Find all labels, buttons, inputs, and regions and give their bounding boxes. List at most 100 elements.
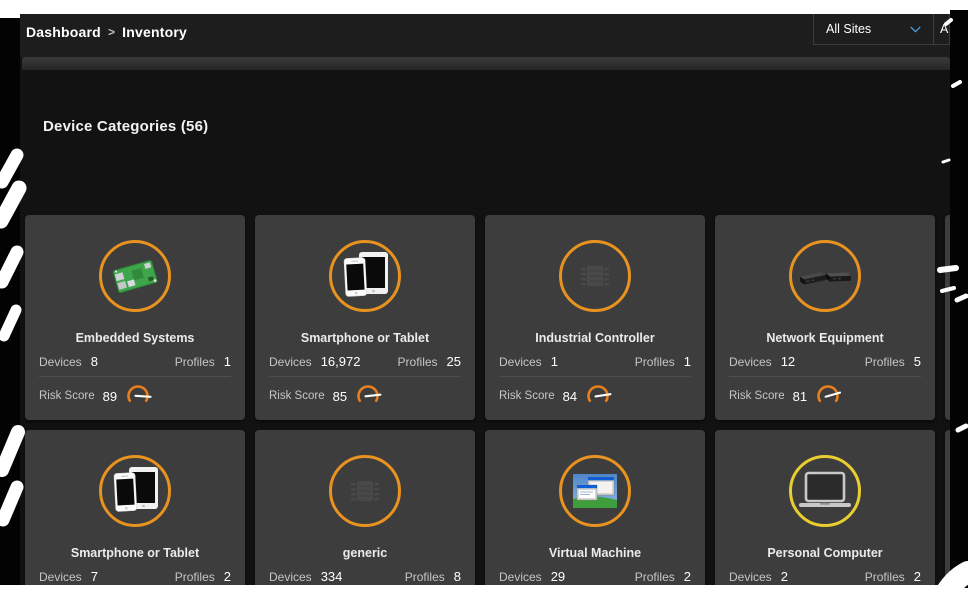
circuit-board-icon [109, 256, 161, 296]
devices-stat: Devices 334 [269, 569, 342, 584]
profiles-value: 1 [224, 354, 231, 369]
torn-edge-left [0, 18, 20, 585]
category-stats: Devices 1 Profiles 1 [499, 354, 691, 369]
devices-stat: Devices 16,972 [269, 354, 360, 369]
category-ring [789, 240, 861, 312]
device-category-card[interactable]: Personal Computer Devices 2 Profiles 2 R… [715, 430, 935, 585]
screenshot-canvas: Dashboard > Inventory All Sites A Device… [0, 0, 968, 605]
category-name: generic [255, 546, 475, 560]
device-category-card[interactable]: Industrial Controller Devices 1 Profiles… [485, 215, 705, 420]
risk-score-value: 89 [103, 389, 117, 404]
category-ring [559, 455, 631, 527]
profiles-label: Profiles [635, 570, 675, 584]
card-divider [729, 376, 921, 377]
profiles-stat: Profiles 2 [865, 569, 921, 584]
profiles-label: Profiles [865, 570, 905, 584]
risk-score-label: Risk Score [499, 390, 555, 402]
profiles-label: Profiles [865, 355, 905, 369]
devices-label: Devices [269, 570, 312, 584]
risk-score-row: Risk Score 84 [499, 384, 612, 408]
site-selector-group: All Sites A [813, 14, 950, 45]
breadcrumb: Dashboard > Inventory [26, 24, 187, 40]
category-stats: Devices 29 Profiles 2 [499, 569, 691, 584]
category-name: Personal Computer [715, 546, 935, 560]
app-window: Dashboard > Inventory All Sites A Device… [20, 14, 950, 585]
device-category-card[interactable]: generic Devices 334 Profiles 8 Risk Scor… [255, 430, 475, 585]
chip-icon [347, 473, 383, 509]
profiles-label: Profiles [175, 355, 215, 369]
category-name: Virtual Machine [485, 546, 705, 560]
risk-score-row: Risk Score 81 [729, 384, 842, 408]
category-ring [99, 240, 171, 312]
risk-gauge-icon [347, 384, 382, 408]
profiles-value: 2 [684, 569, 691, 584]
laptop-icon [795, 469, 855, 513]
profiles-stat: Profiles 5 [865, 354, 921, 369]
all-sites-dropdown[interactable]: All Sites [813, 14, 934, 45]
category-name: Network Equipment [715, 331, 935, 345]
card-divider [269, 376, 461, 377]
device-category-card[interactable]: Embedded Systems Devices 8 Profiles 1 Ri… [25, 215, 245, 420]
profiles-value: 2 [224, 569, 231, 584]
chip-icon [577, 258, 613, 294]
category-stats: Devices 2 Profiles 2 [729, 569, 921, 584]
category-ring [329, 240, 401, 312]
risk-score-label: Risk Score [39, 390, 95, 402]
breadcrumb-dashboard[interactable]: Dashboard [26, 24, 101, 40]
clipped-dropdown-label: A [940, 22, 948, 36]
risk-score-value: 81 [793, 389, 807, 404]
category-name: Smartphone or Tablet [25, 546, 245, 560]
category-name: Embedded Systems [25, 331, 245, 345]
devices-stat: Devices 2 [729, 569, 788, 584]
devices-label: Devices [729, 570, 772, 584]
risk-score-label: Risk Score [729, 390, 785, 402]
devices-value: 7 [91, 569, 98, 584]
risk-gauge-icon [807, 384, 842, 408]
category-stats: Devices 334 Profiles 8 [269, 569, 461, 584]
network-switch-icon [797, 261, 853, 291]
devices-stat: Devices 7 [39, 569, 98, 584]
main-content: Device Categories (56) Embedded Systems [20, 70, 950, 585]
devices-label: Devices [269, 355, 312, 369]
risk-gauge-icon [117, 384, 152, 408]
devices-value: 29 [551, 569, 565, 584]
all-sites-label: All Sites [826, 22, 871, 36]
profiles-label: Profiles [405, 570, 445, 584]
category-ring [559, 240, 631, 312]
profiles-stat: Profiles 2 [635, 569, 691, 584]
profiles-value: 5 [914, 354, 921, 369]
profiles-label: Profiles [175, 570, 215, 584]
devices-stat: Devices 29 [499, 569, 565, 584]
profiles-stat: Profiles 1 [635, 354, 691, 369]
devices-value: 8 [91, 354, 98, 369]
breadcrumb-inventory: Inventory [122, 24, 187, 40]
clipped-dropdown[interactable]: A [934, 14, 950, 45]
profiles-value: 2 [914, 569, 921, 584]
category-name: Industrial Controller [485, 331, 705, 345]
device-category-card[interactable]: Smartphone or Tablet Devices 16,972 Prof… [255, 215, 475, 420]
profiles-label: Profiles [398, 355, 438, 369]
devices-value: 1 [551, 354, 558, 369]
device-category-card[interactable]: Network Equipment Devices 12 Profiles 5 … [715, 215, 935, 420]
devices-label: Devices [499, 570, 542, 584]
profiles-value: 1 [684, 354, 691, 369]
smartphone-tablet-icon [340, 249, 390, 303]
devices-label: Devices [499, 355, 542, 369]
risk-gauge-icon [577, 384, 612, 408]
category-stats: Devices 16,972 Profiles 25 [269, 354, 461, 369]
card-divider [499, 376, 691, 377]
risk-score-value: 84 [563, 389, 577, 404]
category-ring [99, 455, 171, 527]
breadcrumb-separator: > [108, 25, 115, 39]
devices-stat: Devices 12 [729, 354, 795, 369]
profiles-stat: Profiles 1 [175, 354, 231, 369]
category-ring [329, 455, 401, 527]
secondary-toolbar-strip [22, 57, 950, 70]
device-category-card[interactable]: Virtual Machine Devices 29 Profiles 2 Ri… [485, 430, 705, 585]
device-category-card[interactable]: Smartphone or Tablet Devices 7 Profiles … [25, 430, 245, 585]
risk-score-row: Risk Score 89 [39, 384, 152, 408]
profiles-value: 8 [454, 569, 461, 584]
page-title: Device Categories (56) [43, 118, 208, 135]
category-name: Smartphone or Tablet [255, 331, 475, 345]
top-header-bar: Dashboard > Inventory All Sites A [20, 14, 950, 57]
